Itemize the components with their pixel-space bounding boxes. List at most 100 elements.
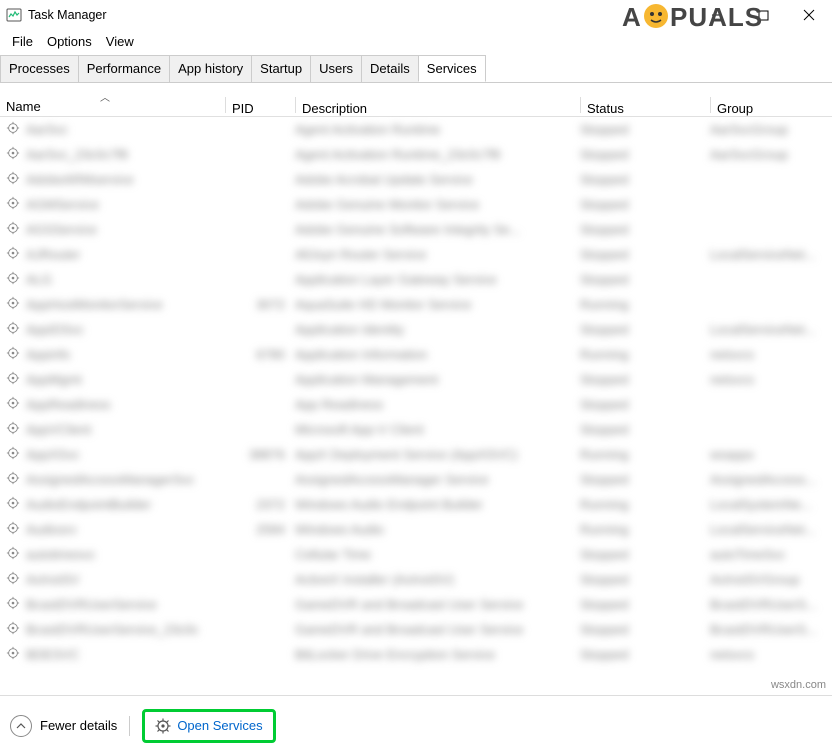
menu-view[interactable]: View bbox=[100, 32, 140, 51]
table-row[interactable]: AppMgmtApplication ManagementStoppednets… bbox=[0, 367, 832, 392]
service-status: Running bbox=[580, 497, 710, 512]
service-group: autoTimeSvc bbox=[710, 547, 832, 562]
table-row[interactable]: BDESVCBitLocker Drive Encryption Service… bbox=[0, 642, 832, 667]
menu-file[interactable]: File bbox=[6, 32, 39, 51]
service-name: AJRouter bbox=[26, 247, 80, 262]
table-row[interactable]: autotimesvcCellular TimeStoppedautoTimeS… bbox=[0, 542, 832, 567]
service-name: AxInstSV bbox=[26, 572, 79, 587]
service-group: BcastDVRUserS... bbox=[710, 597, 832, 612]
service-icon bbox=[6, 521, 20, 538]
footer: Fewer details Open Services bbox=[0, 695, 832, 755]
service-status: Running bbox=[580, 522, 710, 537]
table-row[interactable]: AudioEndpointBuilder2372Windows Audio En… bbox=[0, 492, 832, 517]
col-header-pid[interactable]: PID bbox=[225, 97, 295, 116]
service-description: AllJoyn Router Service bbox=[295, 247, 580, 262]
service-name: AarSvc_23c0c7f8 bbox=[26, 147, 128, 162]
service-description: App Readiness bbox=[295, 397, 580, 412]
tab-app-history[interactable]: App history bbox=[169, 55, 252, 82]
svg-text:A: A bbox=[622, 2, 642, 32]
tab-users[interactable]: Users bbox=[310, 55, 362, 82]
table-row[interactable]: AppReadinessApp ReadinessStopped bbox=[0, 392, 832, 417]
table-row[interactable]: AarSvcAgent Activation RuntimeStoppedAar… bbox=[0, 117, 832, 142]
service-icon bbox=[6, 596, 20, 613]
tab-startup[interactable]: Startup bbox=[251, 55, 311, 82]
tab-details[interactable]: Details bbox=[361, 55, 419, 82]
service-description: Adobe Genuine Monitor Service bbox=[295, 197, 580, 212]
service-name: AppIDSvc bbox=[26, 322, 84, 337]
service-description: Adobe Genuine Software Integrity Se... bbox=[295, 222, 580, 237]
col-header-status[interactable]: Status bbox=[580, 97, 710, 116]
service-icon bbox=[6, 396, 20, 413]
service-name: Audiosrv bbox=[26, 522, 77, 537]
tab-performance[interactable]: Performance bbox=[78, 55, 170, 82]
service-group: LocalServiceNet... bbox=[710, 322, 832, 337]
service-group: AssignedAccess... bbox=[710, 472, 832, 487]
table-row[interactable]: Audiosrv2584Windows AudioRunningLocalSer… bbox=[0, 517, 832, 542]
service-group: LocalServiceNet... bbox=[710, 522, 832, 537]
service-status: Stopped bbox=[580, 647, 710, 662]
table-row[interactable]: AGMServiceAdobe Genuine Monitor ServiceS… bbox=[0, 192, 832, 217]
service-description: AppX Deployment Service (AppXSVC) bbox=[295, 447, 580, 462]
services-table-body: AarSvcAgent Activation RuntimeStoppedAar… bbox=[0, 117, 832, 667]
col-header-group[interactable]: Group bbox=[710, 97, 832, 116]
table-row[interactable]: AppIDSvcApplication IdentityStoppedLocal… bbox=[0, 317, 832, 342]
window-title: Task Manager bbox=[28, 8, 107, 22]
service-status: Stopped bbox=[580, 572, 710, 587]
table-row[interactable]: BcastDVRUserService_23c0cGameDVR and Bro… bbox=[0, 617, 832, 642]
service-icon bbox=[6, 346, 20, 363]
service-icon bbox=[6, 321, 20, 338]
service-name: ALG bbox=[26, 272, 52, 287]
service-pid: 2372 bbox=[225, 497, 295, 512]
table-row[interactable]: AssignedAccessManagerSvcAssignedAccessMa… bbox=[0, 467, 832, 492]
table-row[interactable]: AppVClientMicrosoft App-V ClientStopped bbox=[0, 417, 832, 442]
table-row[interactable]: Appinfo6780Application InformationRunnin… bbox=[0, 342, 832, 367]
table-row[interactable]: AJRouterAllJoyn Router ServiceStoppedLoc… bbox=[0, 242, 832, 267]
service-status: Stopped bbox=[580, 547, 710, 562]
gear-icon bbox=[155, 718, 171, 734]
source-tag: wsxdn.com bbox=[771, 679, 826, 691]
table-row[interactable]: AarSvc_23c0c7f8Agent Activation Runtime_… bbox=[0, 142, 832, 167]
fewer-details-button[interactable]: Fewer details bbox=[10, 715, 117, 737]
service-group: netsvcs bbox=[710, 347, 832, 362]
service-description: Application Layer Gateway Service bbox=[295, 272, 580, 287]
table-row[interactable]: AGSServiceAdobe Genuine Software Integri… bbox=[0, 217, 832, 242]
service-status: Stopped bbox=[580, 147, 710, 162]
col-header-name-label: Name bbox=[6, 99, 41, 114]
footer-divider bbox=[129, 716, 130, 736]
service-name: BDESVC bbox=[26, 647, 79, 662]
service-status: Stopped bbox=[580, 422, 710, 437]
service-name: AGMService bbox=[26, 197, 99, 212]
service-status: Stopped bbox=[580, 272, 710, 287]
service-icon bbox=[6, 246, 20, 263]
table-row[interactable]: BcastDVRUserServiceGameDVR and Broadcast… bbox=[0, 592, 832, 617]
menu-options[interactable]: Options bbox=[41, 32, 98, 51]
table-row[interactable]: AppHostMonitorService3072AquaSuite HD Mo… bbox=[0, 292, 832, 317]
col-header-name[interactable]: Name ︿ bbox=[0, 99, 225, 114]
table-row[interactable]: AdobeARMserviceAdobe Acrobat Update Serv… bbox=[0, 167, 832, 192]
service-icon bbox=[6, 446, 20, 463]
service-name: BcastDVRUserService_23c0c bbox=[26, 622, 199, 637]
service-icon bbox=[6, 571, 20, 588]
service-name: AppHostMonitorService bbox=[26, 297, 163, 312]
table-row[interactable]: AppXSvc38876AppX Deployment Service (App… bbox=[0, 442, 832, 467]
service-icon bbox=[6, 546, 20, 563]
table-row[interactable]: AxInstSVActiveX Installer (AxInstSV)Stop… bbox=[0, 567, 832, 592]
tabstrip: Processes Performance App history Startu… bbox=[0, 55, 832, 83]
tab-services[interactable]: Services bbox=[418, 55, 486, 82]
service-pid: 6780 bbox=[225, 347, 295, 362]
table-row[interactable]: ALG Application Layer Gateway ServiceStop… bbox=[0, 267, 832, 292]
service-group: wsappx bbox=[710, 447, 832, 462]
service-status: Stopped bbox=[580, 622, 710, 637]
open-services-button[interactable]: Open Services bbox=[142, 709, 275, 743]
service-name: AssignedAccessManagerSvc bbox=[26, 472, 194, 487]
tab-processes[interactable]: Processes bbox=[0, 55, 79, 82]
service-icon bbox=[6, 271, 20, 288]
service-name: BcastDVRUserService bbox=[26, 597, 157, 612]
chevron-up-icon bbox=[10, 715, 32, 737]
task-manager-icon bbox=[6, 7, 22, 23]
col-header-description[interactable]: Description bbox=[295, 97, 580, 116]
service-status: Stopped bbox=[580, 322, 710, 337]
service-group: LocalSystemNe... bbox=[710, 497, 832, 512]
service-description: Agent Activation Runtime bbox=[295, 122, 580, 137]
sort-ascending-icon: ︿ bbox=[100, 89, 110, 104]
